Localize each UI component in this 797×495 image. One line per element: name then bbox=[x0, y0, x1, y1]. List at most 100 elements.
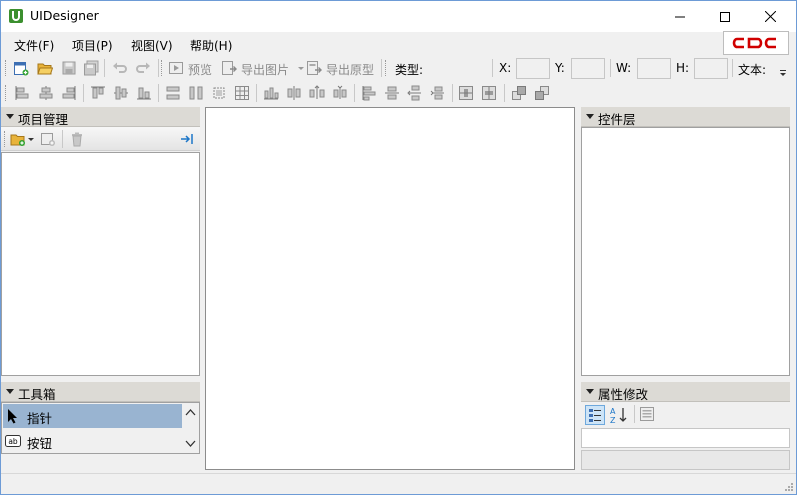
preview-icon[interactable] bbox=[168, 60, 184, 76]
maximize-button[interactable] bbox=[702, 1, 748, 32]
align-middle-icon[interactable] bbox=[113, 85, 129, 101]
toolbar-separator bbox=[83, 84, 84, 102]
same-size-icon[interactable] bbox=[211, 85, 227, 101]
close-icon bbox=[764, 11, 776, 22]
save-all-icon[interactable] bbox=[83, 60, 99, 76]
scroll-down-icon[interactable] bbox=[185, 440, 196, 448]
properties-panel-header[interactable]: 属性修改 bbox=[581, 382, 790, 402]
new-page-icon[interactable] bbox=[13, 60, 29, 76]
close-button[interactable] bbox=[747, 1, 793, 32]
open-folder-icon[interactable] bbox=[37, 60, 53, 76]
align-bottom-icon[interactable] bbox=[136, 85, 152, 101]
toolbox-list: 指针 ab 按钮 bbox=[1, 402, 200, 454]
status-bar bbox=[1, 473, 796, 494]
toolbox-scrollbar[interactable] bbox=[182, 404, 199, 453]
vertical-spacing-equal-icon[interactable] bbox=[384, 85, 400, 101]
text-label: 文本: bbox=[738, 63, 767, 77]
distribute-vertical-icon[interactable] bbox=[361, 85, 377, 101]
redo-icon[interactable] bbox=[135, 60, 151, 76]
toolbar-separator bbox=[104, 59, 105, 77]
main-toolbar: 预览 导出图片 导出原型 类型: X: Y: W: H: 文本: bbox=[1, 56, 796, 81]
align-right-icon[interactable] bbox=[61, 85, 77, 101]
export-image-button[interactable]: 导出图片 bbox=[241, 61, 289, 78]
app-window: UIDesigner 文件(F) 项目(P) 视图(V) 帮助(H) 预览 导出… bbox=[0, 0, 797, 495]
vertical-spacing-decrease-icon[interactable] bbox=[430, 85, 446, 101]
preview-button[interactable]: 预览 bbox=[188, 61, 212, 78]
save-icon[interactable] bbox=[61, 60, 77, 76]
undo-icon[interactable] bbox=[112, 60, 128, 76]
pin-panel-icon[interactable] bbox=[179, 131, 195, 147]
layers-list[interactable] bbox=[581, 127, 790, 376]
w-input[interactable] bbox=[637, 58, 671, 79]
center-vertical-icon[interactable] bbox=[481, 85, 497, 101]
collapse-triangle-icon[interactable] bbox=[6, 389, 14, 394]
add-page-icon[interactable] bbox=[40, 131, 56, 147]
categorized-view-icon[interactable] bbox=[585, 405, 605, 425]
toolbar-grip[interactable] bbox=[161, 60, 164, 76]
button-ab-icon: ab bbox=[5, 435, 21, 447]
bring-to-front-icon[interactable] bbox=[511, 85, 527, 101]
send-to-back-icon[interactable] bbox=[534, 85, 550, 101]
toolbar-grip[interactable] bbox=[5, 85, 8, 101]
menu-bar: 文件(F) 项目(P) 视图(V) 帮助(H) bbox=[1, 32, 796, 57]
title-bar[interactable]: UIDesigner bbox=[1, 1, 796, 32]
menu-view[interactable]: 视图(V) bbox=[131, 37, 173, 54]
same-width-icon[interactable] bbox=[165, 85, 181, 101]
menu-help[interactable]: 帮助(H) bbox=[190, 37, 232, 54]
property-pages-icon[interactable] bbox=[639, 406, 655, 422]
align-center-icon[interactable] bbox=[38, 85, 54, 101]
resize-grip-icon[interactable] bbox=[783, 481, 793, 491]
project-tree[interactable] bbox=[1, 152, 200, 376]
vertical-spacing-increase-icon[interactable] bbox=[407, 85, 423, 101]
export-image-icon[interactable] bbox=[221, 60, 237, 76]
toolbox-panel-header[interactable]: 工具箱 bbox=[1, 382, 200, 402]
property-grid[interactable] bbox=[581, 428, 790, 448]
same-height-icon[interactable] bbox=[188, 85, 204, 101]
toolbar-grip[interactable] bbox=[4, 131, 7, 147]
project-toolbar bbox=[1, 127, 200, 151]
horizontal-spacing-increase-icon[interactable] bbox=[309, 85, 325, 101]
menu-file[interactable]: 文件(F) bbox=[14, 37, 54, 54]
distribute-horizontal-icon[interactable] bbox=[263, 85, 279, 101]
export-prototype-icon[interactable] bbox=[306, 60, 322, 76]
toolbar-separator bbox=[381, 59, 382, 77]
toolbox-item-pointer[interactable]: 指针 bbox=[3, 404, 182, 428]
toolbar-overflow-icon[interactable] bbox=[778, 64, 788, 78]
toolbar-separator bbox=[634, 405, 635, 423]
toolbox-item-label: 指针 bbox=[27, 411, 53, 426]
new-project-folder-icon[interactable] bbox=[10, 131, 26, 147]
property-description bbox=[581, 450, 790, 470]
collapse-triangle-icon[interactable] bbox=[586, 114, 594, 119]
horizontal-spacing-decrease-icon[interactable] bbox=[332, 85, 348, 101]
collapse-triangle-icon[interactable] bbox=[6, 114, 14, 119]
svg-text:Z: Z bbox=[610, 416, 616, 425]
toolbar-grip[interactable] bbox=[5, 60, 8, 76]
horizontal-spacing-equal-icon[interactable] bbox=[286, 85, 302, 101]
collapse-triangle-icon[interactable] bbox=[586, 389, 594, 394]
menu-project[interactable]: 项目(P) bbox=[72, 37, 113, 54]
pointer-icon bbox=[8, 409, 17, 424]
h-input[interactable] bbox=[694, 58, 728, 79]
grid-icon[interactable] bbox=[234, 85, 250, 101]
toolbar-separator bbox=[610, 59, 611, 77]
align-left-icon[interactable] bbox=[14, 85, 30, 101]
delete-trash-icon[interactable] bbox=[69, 131, 85, 147]
toolbox-item-button[interactable]: ab 按钮 bbox=[3, 429, 182, 453]
type-label: 类型: bbox=[395, 63, 424, 77]
project-panel-title: 项目管理 bbox=[18, 112, 69, 127]
scroll-up-icon[interactable] bbox=[185, 408, 196, 416]
minimize-button[interactable] bbox=[657, 1, 703, 32]
minimize-icon bbox=[675, 16, 685, 17]
align-top-icon[interactable] bbox=[90, 85, 106, 101]
project-panel-header[interactable]: 项目管理 bbox=[1, 107, 200, 127]
toolbar-separator bbox=[504, 84, 505, 102]
x-input[interactable] bbox=[516, 58, 550, 79]
layers-panel-header[interactable]: 控件层 bbox=[581, 107, 790, 127]
export-prototype-button[interactable]: 导出原型 bbox=[326, 61, 374, 78]
y-input[interactable] bbox=[571, 58, 605, 79]
alphabetical-sort-icon[interactable]: A Z bbox=[609, 405, 629, 425]
chevron-down-icon[interactable] bbox=[27, 131, 35, 147]
toolbar-grip[interactable] bbox=[385, 60, 388, 76]
center-horizontal-icon[interactable] bbox=[458, 85, 474, 101]
design-canvas[interactable] bbox=[205, 107, 575, 470]
